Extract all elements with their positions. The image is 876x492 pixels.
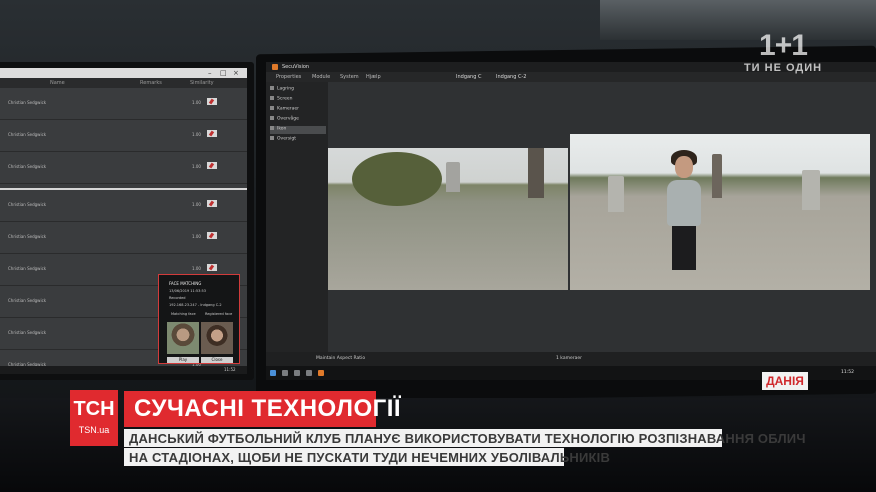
headline-box: СУЧАСНІ ТЕХНОЛОГІЇ [124, 391, 401, 427]
alert-thumbnail-icon[interactable] [207, 200, 217, 207]
row-score: 1.00 [192, 100, 201, 105]
person-torso [667, 180, 701, 226]
row-score: 1.00 [192, 202, 201, 207]
column-header-similarity[interactable]: Similarity [190, 80, 214, 86]
menu-item-module[interactable]: Module [312, 74, 330, 80]
play-button[interactable]: Play [167, 357, 199, 363]
results-table-header: Name Remarks Similarity [0, 78, 247, 88]
menu-item-system[interactable]: System [340, 74, 359, 80]
left-window-titlebar: – □ × [0, 68, 247, 78]
face-matching-popup[interactable]: FACE MATCHING 13/06/2019 11:53:53 Record… [158, 274, 240, 364]
left-taskbar [0, 366, 247, 374]
country-tag: ДАНІЯ [762, 372, 808, 390]
matching-face-label: Matching face [171, 312, 196, 316]
maximize-icon[interactable]: □ [220, 69, 227, 77]
tab-camera-1[interactable]: Indgang C [456, 74, 481, 80]
channel-slogan: ТИ НЕ ОДИН [743, 62, 823, 74]
tree-trunk [712, 154, 722, 198]
app-logo-icon [272, 64, 278, 70]
search-icon[interactable] [282, 370, 288, 376]
subtitle-line-1-box: ДАНСЬКИЙ ФУТБОЛЬНИЙ КЛУБ ПЛАНУЄ ВИКОРИСТ… [124, 429, 805, 447]
row-score: 1.00 [192, 234, 201, 239]
subtitle-line-2-box: НА СТАДІОНАХ, ЩОБИ НЕ ПУСКАТИ ТУДИ НЕЧЕМ… [124, 448, 610, 466]
row-name: Christian Sedgwick [8, 202, 47, 207]
subtitle-line-1: ДАНСЬКИЙ ФУТБОЛЬНИЙ КЛУБ ПЛАНУЄ ВИКОРИСТ… [129, 431, 806, 446]
app-title: SecuVision [282, 64, 310, 70]
table-row[interactable]: Christian Sedgwick 1.00 [0, 190, 247, 222]
popup-timestamp: 13/06/2019 11:53:53 [169, 289, 207, 293]
app-sidebar: Lagring Screen Kameraer Overvåge Ikon Ov… [266, 82, 328, 352]
bollard [802, 170, 820, 210]
menu-item-properties[interactable]: Properties [276, 74, 301, 80]
table-row[interactable]: Christian Sedgwick 1.00 [0, 88, 247, 120]
row-name: Christian Sedgwick [8, 266, 47, 271]
left-taskbar-clock: 11:52 [224, 367, 236, 372]
windows-start-icon[interactable] [270, 370, 276, 376]
popup-camera-source: 192.168.23.247 - Indgang C-2 [169, 303, 222, 307]
close-icon[interactable]: × [233, 69, 239, 77]
bollard [446, 162, 460, 192]
registered-face-image [201, 322, 233, 354]
sidebar-item-cameras[interactable]: Kameraer [270, 106, 326, 114]
row-score: 1.00 [192, 266, 201, 271]
row-name: Christian Sedgwick [8, 234, 47, 239]
headline: СУЧАСНІ ТЕХНОЛОГІЇ [134, 395, 402, 422]
column-header-name[interactable]: Name [50, 80, 65, 86]
tsn-logo: TCH [73, 398, 115, 420]
alert-thumbnail-icon[interactable] [207, 232, 217, 239]
person-face [675, 156, 693, 178]
minimize-icon[interactable]: – [208, 69, 212, 77]
table-row[interactable]: Christian Sedgwick 1.00 [0, 120, 247, 152]
taskbar-clock: 11:52 [841, 370, 854, 375]
tree-foliage [352, 152, 442, 206]
sidebar-item-monitor[interactable]: Overvåge [270, 116, 326, 124]
sidebar-item-screen[interactable]: Screen [270, 96, 326, 104]
alert-thumbnail-icon[interactable] [207, 130, 217, 137]
alert-thumbnail-icon[interactable] [207, 98, 217, 105]
camera-count-label: 1 kameraer [556, 356, 582, 361]
registered-face-label: Registered face [205, 312, 233, 316]
bollard [608, 176, 624, 212]
tsn-brand-box: TCH TSN.ua [70, 390, 118, 446]
row-name: Christian Sedgwick [8, 330, 47, 335]
tsn-url: TSN.ua [78, 425, 110, 435]
camera-feed-2[interactable] [570, 134, 870, 290]
menu-item-help[interactable]: Hjælp [366, 74, 381, 80]
person-legs [672, 224, 696, 270]
alert-thumbnail-icon[interactable] [207, 264, 217, 271]
column-header-remarks[interactable]: Remarks [140, 80, 162, 86]
row-name: Christian Sedgwick [8, 298, 47, 303]
row-score: 1.00 [192, 164, 201, 169]
task-view-icon[interactable] [294, 370, 300, 376]
app-taskbar-icon[interactable] [318, 370, 324, 376]
tree-trunk [528, 148, 544, 198]
video-area [328, 82, 876, 352]
subtitle-line-2: НА СТАДІОНАХ, ЩОБИ НЕ ПУСКАТИ ТУДИ НЕЧЕМ… [129, 450, 611, 465]
matching-face-image [167, 322, 199, 354]
row-name: Christian Sedgwick [8, 164, 47, 169]
sidebar-item-storage[interactable]: Lagring [270, 86, 326, 94]
popup-title: FACE MATCHING [169, 281, 202, 286]
app-statusbar: Maintain Aspect Ratio 1 kameraer [266, 352, 876, 366]
channel-logo: 1+1 [759, 29, 808, 62]
row-name: Christian Sedgwick [8, 132, 47, 137]
row-score: 1.00 [192, 132, 201, 137]
alert-thumbnail-icon[interactable] [207, 162, 217, 169]
camera-feed-1[interactable] [328, 148, 568, 290]
close-button[interactable]: Close [201, 357, 233, 363]
channel-watermark: 1+1 ТИ НЕ ОДИН [738, 30, 828, 86]
popup-status: Recorded [169, 296, 186, 300]
table-row[interactable]: Christian Sedgwick 1.00 [0, 152, 247, 184]
sidebar-item-icon[interactable]: Ikon [270, 126, 326, 134]
sidebar-item-overview[interactable]: Oversigt [270, 136, 326, 144]
tab-camera-2[interactable]: Indgang C-2 [496, 74, 526, 80]
aspect-ratio-toggle[interactable]: Maintain Aspect Ratio [316, 356, 365, 361]
file-explorer-icon[interactable] [306, 370, 312, 376]
row-name: Christian Sedgwick [8, 100, 47, 105]
table-row[interactable]: Christian Sedgwick 1.00 [0, 222, 247, 254]
right-monitor-screen: SecuVision Properties Module System Hjæl… [266, 62, 876, 380]
